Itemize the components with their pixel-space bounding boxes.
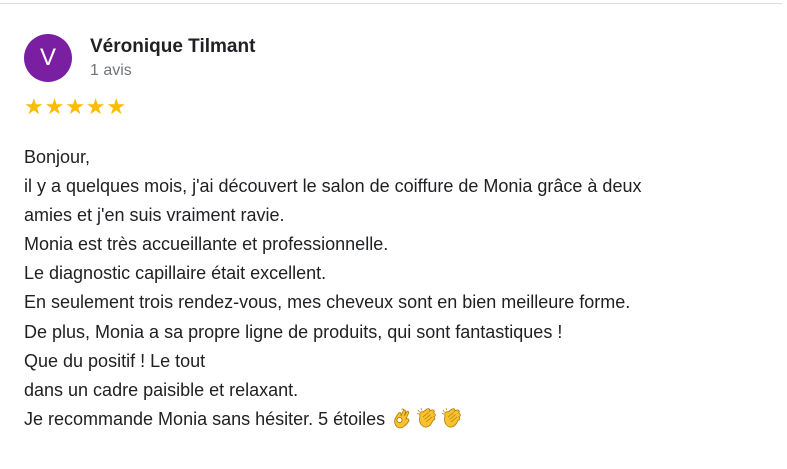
review-line: En seulement trois rendez-vous, mes chev… <box>24 292 631 313</box>
author-name[interactable]: Véronique Tilmant <box>90 36 255 58</box>
review-line: De plus, Monia a sa propre ligne de prod… <box>24 321 563 342</box>
avatar[interactable]: V <box>24 34 72 82</box>
review-line: Monia est très accueillante et professio… <box>24 234 389 255</box>
review-line: Que du positif ! Le tout <box>24 350 206 371</box>
star-rating: ★ ★ ★ ★ ★ <box>24 97 127 121</box>
review-line: amies et j'en suis vraiment ravie. <box>24 205 285 226</box>
star-icon: ★ <box>65 95 85 120</box>
star-icon: ★ <box>24 95 44 120</box>
emoji-group <box>391 407 466 429</box>
review-line-text: Je recommande Monia sans hésiter. 5 étoi… <box>24 408 386 429</box>
review-text: Bonjour, il y a quelques mois, j'ai déco… <box>24 143 764 434</box>
review-header: V Véronique Tilmant 1 avis <box>24 34 724 82</box>
clapping-hands-icon <box>441 407 463 429</box>
star-icon: ★ <box>106 95 127 120</box>
ok-hand-icon <box>391 407 413 429</box>
review-line: Bonjour, <box>24 147 91 167</box>
review-line: dans un cadre paisible et relaxant. <box>24 379 299 400</box>
review-line: Le diagnostic capillaire était excellent… <box>24 263 327 284</box>
review-line-last: Je recommande Monia sans hésiter. 5 étoi… <box>24 405 764 434</box>
star-icon: ★ <box>44 95 65 120</box>
review-line: il y a quelques mois, j'ai découvert le … <box>24 176 642 197</box>
review-count: 1 avis <box>90 62 132 79</box>
top-divider <box>0 3 782 4</box>
clapping-hands-icon <box>416 407 438 429</box>
star-icon: ★ <box>85 95 106 120</box>
